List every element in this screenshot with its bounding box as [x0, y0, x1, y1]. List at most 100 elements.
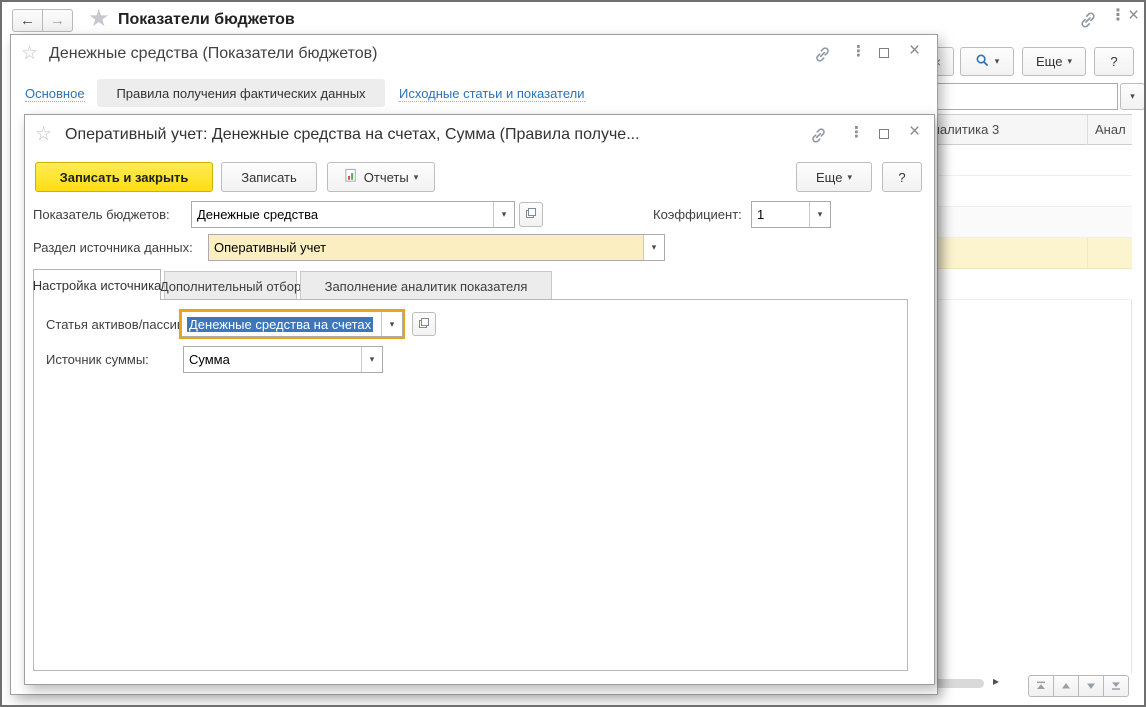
dropdown-icon: ▾: [652, 243, 657, 252]
tab-main-link[interactable]: Основное: [25, 86, 85, 102]
page-title: Показатели бюджетов: [118, 11, 295, 29]
dialog1-title: Денежные средства (Показатели бюджетов): [49, 45, 377, 63]
scroll-right-icon[interactable]: ▸: [993, 674, 999, 688]
tab-additional-filter-label: Дополнительный отбор: [160, 279, 301, 294]
tab-source-settings[interactable]: Настройка источника: [33, 269, 161, 300]
bg-more-label: Еще: [1036, 54, 1062, 69]
indicator-value: Денежные средства: [192, 202, 493, 227]
go-prev-button[interactable]: [1053, 675, 1079, 697]
window-menu-icon[interactable]: ⋮: [851, 44, 866, 59]
indicator-input[interactable]: Денежные средства ▾: [191, 201, 515, 228]
tab-additional-filter[interactable]: Дополнительный отбор: [164, 271, 297, 300]
save-button[interactable]: Записать: [221, 162, 317, 192]
column-separator: [1087, 115, 1088, 146]
data-section-dropdown-button[interactable]: ▾: [643, 235, 664, 260]
favorite-star-outline-icon[interactable]: ☆: [35, 123, 52, 146]
data-section-label: Раздел источника данных:: [33, 240, 193, 255]
dropdown-icon: ▾: [414, 173, 419, 182]
sum-source-label: Источник суммы:: [46, 352, 149, 367]
window-menu-icon[interactable]: ⋮: [1110, 8, 1126, 24]
sum-source-input[interactable]: Сумма ▾: [183, 346, 383, 373]
go-first-button[interactable]: [1028, 675, 1054, 697]
bg-filter-input[interactable]: [920, 83, 1118, 110]
report-icon: [344, 168, 359, 186]
more-button[interactable]: Еще ▾: [796, 162, 872, 192]
window-close-icon[interactable]: ×: [1128, 6, 1139, 25]
go-first-icon: [1035, 681, 1047, 691]
table-row[interactable]: [912, 269, 1132, 300]
dropdown-icon: ▾: [370, 355, 375, 364]
article-dropdown-button[interactable]: ▾: [381, 312, 402, 336]
article-value: Денежные средства на счетах: [187, 317, 373, 332]
coefficient-label: Коэффициент:: [653, 207, 742, 222]
bg-more-button[interactable]: Еще ▾: [1022, 47, 1086, 76]
table-row[interactable]: [912, 145, 1132, 176]
coefficient-input[interactable]: 1 ▾: [751, 201, 831, 228]
dropdown-icon: ▾: [818, 210, 823, 219]
table-row[interactable]: [912, 176, 1132, 207]
search-icon: [975, 53, 990, 71]
article-input[interactable]: Денежные средства на счетах ▾: [181, 311, 403, 337]
tab-fill-analytics[interactable]: Заполнение аналитик показателя: [300, 271, 552, 300]
dialog2-title: Оперативный учет: Денежные средства на с…: [65, 126, 640, 144]
back-button[interactable]: ←: [12, 9, 43, 32]
article-label: Статья активов/пассивов:: [46, 317, 201, 332]
dropdown-icon: ▾: [995, 57, 1000, 66]
forward-button[interactable]: →: [42, 9, 73, 32]
data-section-value: Оперативный учет: [209, 235, 643, 260]
reports-button[interactable]: Отчеты ▾: [327, 162, 435, 192]
link-icon[interactable]: [809, 126, 828, 150]
indicator-label: Показатель бюджетов:: [33, 207, 170, 222]
dialog-rule-editor: ☆ Оперативный учет: Денежные средства на…: [24, 114, 935, 685]
bg-table: Аналитика 3 Анал: [912, 114, 1132, 674]
tab-source-settings-label: Настройка источника: [33, 278, 162, 293]
back-icon: ←: [20, 12, 35, 29]
reports-label: Отчеты: [364, 170, 409, 185]
maximize-icon[interactable]: [879, 129, 889, 139]
close-icon[interactable]: ×: [909, 122, 920, 141]
close-icon[interactable]: ×: [909, 41, 920, 60]
go-last-icon: [1110, 681, 1122, 691]
table-row[interactable]: [912, 207, 1132, 238]
save-and-close-label: Записать и закрыть: [60, 170, 189, 185]
column-header-analytics4[interactable]: Анал: [1095, 122, 1126, 137]
link-icon[interactable]: [1078, 10, 1098, 35]
coefficient-dropdown-button[interactable]: ▾: [809, 202, 830, 227]
open-icon: [525, 207, 537, 222]
sum-source-dropdown-button[interactable]: ▾: [361, 347, 382, 372]
dropdown-icon: ▾: [1067, 57, 1072, 66]
go-last-button[interactable]: [1103, 675, 1129, 697]
bg-help-label: ?: [1110, 54, 1117, 69]
tab-rules-active[interactable]: Правила получения фактических данных: [97, 79, 385, 107]
go-prev-icon: [1060, 681, 1072, 691]
dropdown-icon: ▾: [390, 320, 395, 329]
favorite-star-icon[interactable]: ★: [88, 4, 110, 33]
article-open-button[interactable]: [412, 312, 436, 336]
source-settings-panel: Статья активов/пассивов: Денежные средст…: [33, 299, 908, 671]
window-menu-icon[interactable]: ⋮: [849, 125, 864, 140]
main-window: ← → ★ Показатели бюджетов ⋮ × × ▾ Еще ▾ …: [0, 0, 1146, 707]
dropdown-icon: ▾: [502, 210, 507, 219]
more-label: Еще: [816, 170, 842, 185]
bg-filter-value: [921, 84, 1117, 109]
open-icon: [418, 317, 430, 332]
indicator-dropdown-button[interactable]: ▾: [493, 202, 514, 227]
search-button[interactable]: ▾: [960, 47, 1014, 76]
table-row-selected[interactable]: [912, 238, 1132, 269]
save-label: Записать: [241, 170, 297, 185]
go-next-button[interactable]: [1078, 675, 1104, 697]
favorite-star-outline-icon[interactable]: ☆: [21, 42, 38, 65]
save-and-close-button[interactable]: Записать и закрыть: [35, 162, 213, 192]
tab-rules-label: Правила получения фактических данных: [116, 86, 365, 101]
bg-filter-dropdown-button[interactable]: ▾: [1120, 83, 1145, 110]
indicator-open-button[interactable]: [519, 202, 543, 227]
tab-fill-analytics-label: Заполнение аналитик показателя: [325, 279, 528, 294]
bg-help-button[interactable]: ?: [1094, 47, 1134, 76]
tab-sources-link[interactable]: Исходные статьи и показатели: [399, 86, 585, 102]
help-button[interactable]: ?: [882, 162, 922, 192]
help-label: ?: [898, 170, 905, 185]
link-icon[interactable]: [813, 45, 832, 69]
sum-source-value: Сумма: [184, 347, 361, 372]
data-section-input[interactable]: Оперативный учет ▾: [208, 234, 665, 261]
maximize-icon[interactable]: [879, 48, 889, 58]
